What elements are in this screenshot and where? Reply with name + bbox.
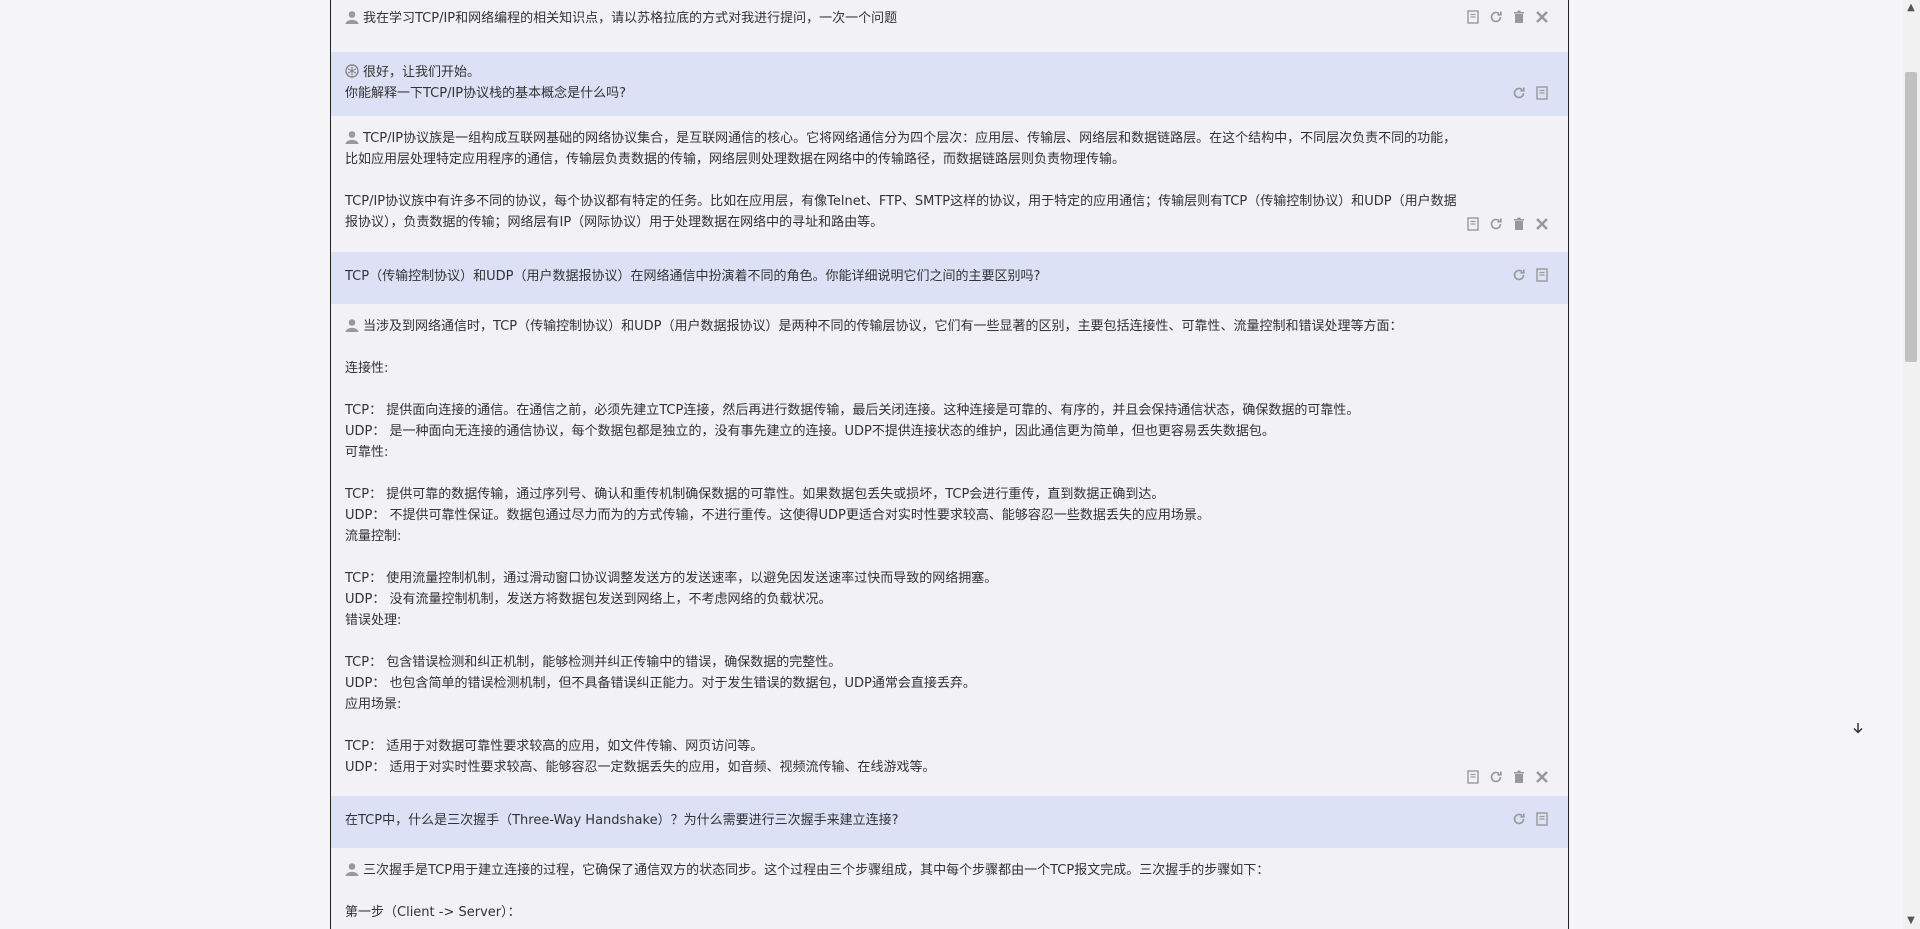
- message-text: 报协议），负责数据的传输；网络层有IP（网际协议）用于处理数据在网络中的寻址和路…: [345, 215, 884, 230]
- close-icon[interactable]: [1534, 769, 1550, 785]
- regenerate-icon[interactable]: [1488, 216, 1504, 232]
- copy-icon[interactable]: [1465, 769, 1481, 785]
- scroll-up-arrow-icon[interactable]: ▲: [1906, 3, 1916, 13]
- message-text: TCP/IP协议族中有许多不同的协议，每个协议都有特定的任务。比如在应用层，有像…: [345, 194, 1457, 209]
- trash-icon[interactable]: [1511, 9, 1527, 25]
- message-text: 你能解释一下TCP/IP协议栈的基本概念是什么吗?: [345, 86, 627, 101]
- message-actions: [1465, 9, 1550, 25]
- user-message: 我在学习TCP/IP和网络编程的相关知识点，请以苏格拉底的方式对我进行提问，一次…: [331, 0, 1568, 44]
- assistant-message: 在TCP中，什么是三次握手（Three-Way Handshake）？为什么需要…: [331, 796, 1568, 848]
- message-text: UDP： 是一种面向无连接的通信协议，每个数据包都是独立的，没有事先建立的连接。…: [345, 424, 1275, 439]
- message-text: 当涉及到网络通信时，TCP（传输控制协议）和UDP（用户数据报协议）是两种不同的…: [363, 319, 1403, 334]
- user-message: 三次握手是TCP用于建立连接的过程，它确保了通信双方的状态同步。这个过程由三个步…: [331, 848, 1568, 929]
- scroll-down-arrow-icon[interactable]: ▼: [1906, 916, 1916, 926]
- message-text: 应用场景:: [345, 697, 402, 712]
- user-message: 当涉及到网络通信时，TCP（传输控制协议）和UDP（用户数据报协议）是两种不同的…: [331, 304, 1568, 796]
- message-text: UDP： 也包含简单的错误检测机制，但不具备错误纠正能力。对于发生错误的数据包，…: [345, 676, 976, 691]
- message-actions: [1511, 811, 1550, 827]
- regenerate-icon[interactable]: [1488, 9, 1504, 25]
- message-text: 错误处理:: [345, 613, 402, 628]
- copy-icon[interactable]: [1534, 85, 1550, 101]
- message-text: TCP： 提供可靠的数据传输，通过序列号、确认和重传机制确保数据的可靠性。如果数…: [345, 487, 1165, 502]
- message-text: TCP/IP协议族是一组构成互联网基础的网络协议集合，是互联网通信的核心。它将网…: [363, 131, 1457, 146]
- scrollbar-thumb[interactable]: [1905, 72, 1917, 362]
- regenerate-icon[interactable]: [1511, 267, 1527, 283]
- trash-icon[interactable]: [1511, 769, 1527, 785]
- user-avatar-icon: [345, 318, 359, 332]
- assistant-avatar-icon: [345, 64, 359, 78]
- user-avatar-icon: [345, 862, 359, 876]
- message-text: 连接性:: [345, 361, 389, 376]
- message-text: UDP： 不提供可靠性保证。数据包通过尽力而为的方式传输，不进行重传。这使得UD…: [345, 508, 1210, 523]
- message-text: 在TCP中，什么是三次握手（Three-Way Handshake）？为什么需要…: [345, 813, 899, 828]
- message-text: 第一步（Client -> Server）：: [345, 905, 521, 920]
- message-text: UDP： 适用于对实时性要求较高、能够容忍一定数据丢失的应用，如音频、视频流传输…: [345, 760, 936, 775]
- trash-icon[interactable]: [1511, 216, 1527, 232]
- chat-container: 我在学习TCP/IP和网络编程的相关知识点，请以苏格拉底的方式对我进行提问，一次…: [330, 0, 1569, 929]
- message-text: 很好，让我们开始。: [363, 65, 481, 80]
- copy-icon[interactable]: [1534, 267, 1550, 283]
- user-avatar-icon: [345, 10, 359, 24]
- arrow-down-icon: [1853, 723, 1863, 734]
- scroll-to-bottom-button[interactable]: [1848, 718, 1868, 738]
- close-icon[interactable]: [1534, 9, 1550, 25]
- assistant-message: 很好，让我们开始。 你能解释一下TCP/IP协议栈的基本概念是什么吗?: [331, 52, 1568, 116]
- message-text: TCP（传输控制协议）和UDP（用户数据报协议）在网络通信中扮演着不同的角色。你…: [345, 269, 1041, 284]
- message-text: 可靠性:: [345, 445, 389, 460]
- regenerate-icon[interactable]: [1511, 811, 1527, 827]
- message-text: UDP： 没有流量控制机制，发送方将数据包发送到网络上，不考虑网络的负载状况。: [345, 592, 832, 607]
- copy-icon[interactable]: [1465, 216, 1481, 232]
- page-scrollbar[interactable]: ▲ ▼: [1902, 0, 1920, 929]
- user-avatar-icon: [345, 130, 359, 144]
- message-text: TCP： 包含错误检测和纠正机制，能够检测并纠正传输中的错误，确保数据的完整性。: [345, 655, 842, 670]
- message-actions: [1465, 769, 1550, 785]
- message-text: 比如应用层处理特定应用程序的通信，传输层负责数据的传输，网络层则处理数据在网络中…: [345, 152, 1126, 167]
- message-text: 我在学习TCP/IP和网络编程的相关知识点，请以苏格拉底的方式对我进行提问，一次…: [363, 11, 898, 26]
- message-text: TCP： 适用于对数据可靠性要求较高的应用，如文件传输、网页访问等。: [345, 739, 764, 754]
- assistant-message: TCP（传输控制协议）和UDP（用户数据报协议）在网络通信中扮演着不同的角色。你…: [331, 252, 1568, 304]
- message-text: 三次握手是TCP用于建立连接的过程，它确保了通信双方的状态同步。这个过程由三个步…: [363, 863, 1270, 878]
- message-text: 流量控制:: [345, 529, 402, 544]
- message-actions: [1511, 85, 1550, 101]
- message-text: TCP： 提供面向连接的通信。在通信之前，必须先建立TCP连接，然后再进行数据传…: [345, 403, 1360, 418]
- copy-icon[interactable]: [1465, 9, 1481, 25]
- regenerate-icon[interactable]: [1488, 769, 1504, 785]
- copy-icon[interactable]: [1534, 811, 1550, 827]
- close-icon[interactable]: [1534, 216, 1550, 232]
- message-text: TCP： 使用流量控制机制，通过滑动窗口协议调整发送方的发送速率，以避免因发送速…: [345, 571, 998, 586]
- message-actions: [1465, 216, 1550, 232]
- regenerate-icon[interactable]: [1511, 85, 1527, 101]
- user-message: TCP/IP协议族是一组构成互联网基础的网络协议集合，是互联网通信的核心。它将网…: [331, 116, 1568, 244]
- message-actions: [1511, 267, 1550, 283]
